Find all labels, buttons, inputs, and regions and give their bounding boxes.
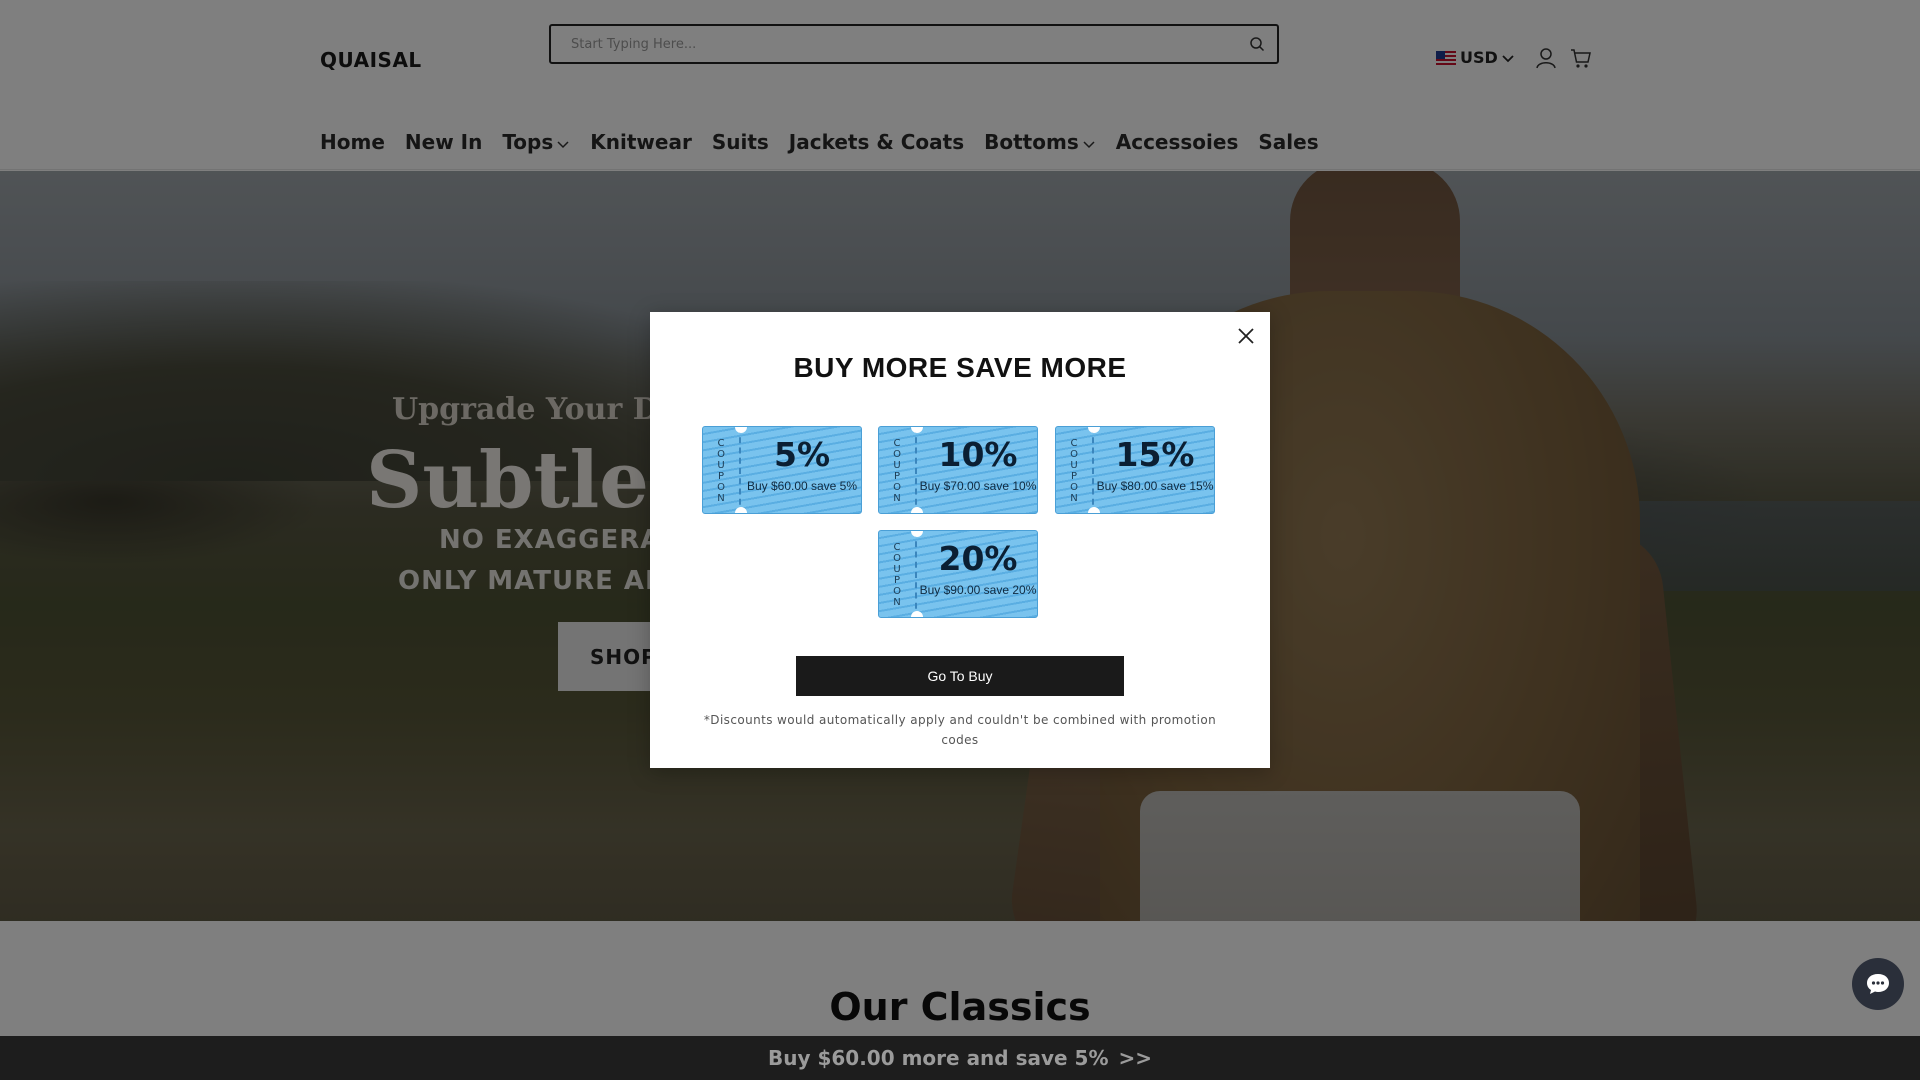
coupon-stub-letter: N xyxy=(893,597,901,608)
coupon-stub-letter: P xyxy=(1070,471,1078,482)
coupon-stub-letter: P xyxy=(893,575,901,586)
coupon-stub-letter: O xyxy=(893,482,901,493)
coupon-stub-letter: O xyxy=(893,586,901,597)
close-icon xyxy=(1238,328,1254,344)
coupon-stub: COUPON xyxy=(703,427,741,513)
promo-bar-arrow: >> xyxy=(1118,1046,1153,1070)
chat-button[interactable] xyxy=(1852,958,1904,1010)
coupon-5-percent[interactable]: C O U P O N 5% Buy $60.00 save 5% xyxy=(702,426,862,514)
coupon-percent: 5% xyxy=(773,435,831,474)
coupon-stub-letter: N xyxy=(1070,493,1078,504)
close-button[interactable] xyxy=(1232,322,1260,350)
coupon-notch xyxy=(911,531,923,537)
coupon-stub-letter: O xyxy=(1070,449,1078,460)
promo-bar[interactable]: Buy $60.00 more and save 5% >> xyxy=(0,1036,1920,1080)
coupon-stub-letter: U xyxy=(893,460,901,471)
coupon-stub-letter: U xyxy=(1070,460,1078,471)
coupon-stub-letter: C xyxy=(1070,438,1078,449)
coupon-notch xyxy=(735,427,747,433)
coupon-stub: COUPON xyxy=(879,531,917,617)
coupon-stub-letter: O xyxy=(717,449,725,460)
coupon-percent: 15% xyxy=(1115,435,1195,474)
disclaimer-text: *Discounts would automatically apply and… xyxy=(703,713,1217,747)
coupon-stub-letter: N xyxy=(717,493,725,504)
coupon-stub-letter: N xyxy=(893,493,901,504)
coupon-description: Buy $80.00 save 15% xyxy=(1096,479,1214,493)
promo-modal: BUY MORE SAVE MORE C O U P O N 5% Buy $60.00 sa… xyxy=(650,312,1270,768)
coupon-description: Buy $90.00 save 20% xyxy=(919,583,1037,597)
coupon-stub-letter: P xyxy=(717,471,725,482)
coupon-stub-letter: C xyxy=(717,438,725,449)
coupon-stub-letter: U xyxy=(893,564,901,575)
coupon-stub: COUPON xyxy=(879,427,917,513)
coupon-percent: 10% xyxy=(938,435,1018,474)
coupon-stub-letter: C xyxy=(893,542,901,553)
coupon-description: Buy $70.00 save 10% xyxy=(919,479,1037,493)
coupon-stub-letter: O xyxy=(893,449,901,460)
modal-title: BUY MORE SAVE MORE xyxy=(793,352,1127,383)
chat-icon xyxy=(1867,974,1889,994)
coupon-notch xyxy=(1088,427,1100,433)
coupon-stub: COUPON xyxy=(1056,427,1094,513)
coupon-stub-letter: U xyxy=(717,460,725,471)
coupon-20-percent[interactable]: C O U P O N 20% Buy $90.00 save 20% xyxy=(878,530,1038,618)
coupon-percent: 20% xyxy=(938,539,1018,578)
coupon-description: Buy $60.00 save 5% xyxy=(746,479,858,493)
coupon-stub-letter: C xyxy=(893,438,901,449)
coupon-stub-letter: O xyxy=(717,482,725,493)
coupon-notch xyxy=(735,507,747,513)
coupon-stub-letter: P xyxy=(893,471,901,482)
coupon-notch xyxy=(911,611,923,617)
coupon-10-percent[interactable]: C O U P O N 10% Buy $70.00 save 10% xyxy=(878,426,1038,514)
coupon-15-percent[interactable]: C O U P O N 15% Buy $80.00 save 15% xyxy=(1055,426,1215,514)
coupon-notch xyxy=(911,507,923,513)
coupon-notch xyxy=(911,427,923,433)
coupon-stub-letter: O xyxy=(1070,482,1078,493)
coupon-stub-letter: O xyxy=(893,553,901,564)
coupon-notch xyxy=(1088,507,1100,513)
promo-bar-text: Buy $60.00 more and save 5% xyxy=(767,1046,1109,1070)
go-to-buy-button[interactable]: Go To Buy xyxy=(796,656,1124,696)
